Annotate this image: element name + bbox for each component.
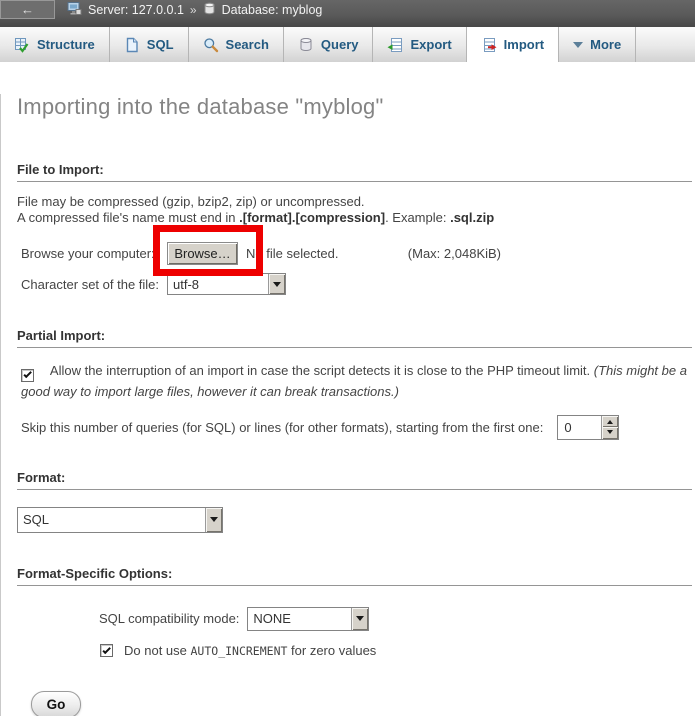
auto-increment-code: AUTO_INCREMENT (191, 644, 288, 658)
page-title: Importing into the database "myblog" (17, 94, 692, 120)
check-icon (23, 370, 31, 378)
tab-label: Import (504, 37, 544, 52)
tab-search[interactable]: Search (189, 27, 284, 62)
skip-queries-value: 0 (558, 416, 601, 439)
spinner-buttons (601, 416, 618, 439)
sql-compatibility-select[interactable]: NONE (247, 607, 369, 631)
tab-label: Search (226, 37, 269, 52)
compress-line: File may be compressed (gzip, bzip2, zip… (17, 194, 365, 209)
auto-increment-checkbox[interactable] (100, 644, 113, 657)
sql-compatibility-value: NONE (248, 608, 351, 630)
query-icon (298, 37, 314, 53)
no-file-selected-text: No file selected. (246, 246, 339, 261)
tab-sql[interactable]: SQL (110, 27, 189, 62)
section-heading-partial-import: Partial Import: (17, 328, 692, 348)
browse-button[interactable]: Browse… (167, 242, 238, 265)
arrow-left-icon: ← (21, 2, 34, 17)
tab-structure[interactable]: Structure (0, 27, 110, 62)
auto-increment-text: Do not use AUTO_INCREMENT for zero value… (124, 643, 376, 658)
dropdown-arrow-icon[interactable] (268, 274, 285, 294)
format-selected-value: SQL (18, 508, 205, 532)
skip-queries-label: Skip this number of queries (for SQL) or… (21, 420, 543, 435)
section-heading-format: Format: (17, 470, 692, 490)
import-icon (481, 37, 497, 53)
tab-query[interactable]: Query (284, 27, 374, 62)
max-size-text: (Max: 2,048KiB) (408, 246, 501, 261)
allow-interruption-text: Allow the interruption of an import in c… (50, 363, 594, 378)
tab-label: Query (321, 37, 359, 52)
breadcrumb-bar: ← Server: 127.0.0.1 » Database: myblog (0, 0, 695, 27)
server-icon (67, 1, 82, 19)
breadcrumb-server[interactable]: Server: 127.0.0.1 (88, 3, 184, 17)
breadcrumb-separator: » (190, 3, 197, 17)
allow-interruption-checkbox[interactable] (21, 369, 34, 382)
spinner-up-icon[interactable] (602, 416, 618, 428)
allow-interruption-row: Allow the interruption of an import in c… (21, 361, 692, 401)
compression-info-text: File may be compressed (gzip, bzip2, zip… (17, 194, 692, 225)
tab-label: Structure (37, 37, 95, 52)
database-icon (203, 2, 216, 19)
import-page: Importing into the database "myblog" Fil… (0, 94, 695, 716)
charset-selected-value: utf-8 (168, 274, 268, 294)
check-icon (102, 645, 110, 653)
chevron-down-icon (573, 42, 583, 53)
browse-label: Browse your computer: (21, 246, 167, 261)
breadcrumb-database[interactable]: Database: myblog (222, 3, 323, 17)
sql-compatibility-row: SQL compatibility mode: NONE (99, 607, 692, 631)
sql-compatibility-label: SQL compatibility mode: (99, 611, 239, 626)
go-button[interactable]: Go (31, 691, 81, 716)
breadcrumb: Server: 127.0.0.1 » Database: myblog (67, 0, 322, 20)
tab-label: SQL (147, 37, 174, 52)
auto-increment-row: Do not use AUTO_INCREMENT for zero value… (100, 643, 692, 659)
dropdown-arrow-icon[interactable] (205, 508, 222, 532)
browse-row: Browse your computer: Browse… No file se… (21, 241, 501, 265)
format-select[interactable]: SQL (17, 507, 223, 533)
search-icon (203, 37, 219, 53)
skip-queries-input[interactable]: 0 (557, 415, 619, 440)
sql-icon (124, 37, 140, 53)
tab-label: More (590, 37, 621, 52)
tab-import[interactable]: Import (467, 27, 559, 62)
structure-icon (14, 37, 30, 53)
charset-row: Character set of the file: utf-8 (21, 273, 692, 295)
section-heading-file-to-import: File to Import: (17, 162, 692, 182)
spinner-down-icon[interactable] (602, 427, 618, 439)
charset-label: Character set of the file: (21, 277, 167, 292)
dropdown-arrow-icon[interactable] (351, 608, 368, 630)
export-icon (387, 37, 403, 53)
tab-export[interactable]: Export (373, 27, 466, 62)
tab-bar: Structure SQL Search Query Export Import… (0, 27, 695, 62)
tab-label: Export (410, 37, 451, 52)
tab-more[interactable]: More (559, 27, 636, 62)
skip-queries-row: Skip this number of queries (for SQL) or… (21, 415, 692, 440)
charset-select[interactable]: utf-8 (167, 273, 286, 295)
section-heading-format-options: Format-Specific Options: (17, 566, 692, 586)
back-button[interactable]: ← (0, 0, 55, 19)
